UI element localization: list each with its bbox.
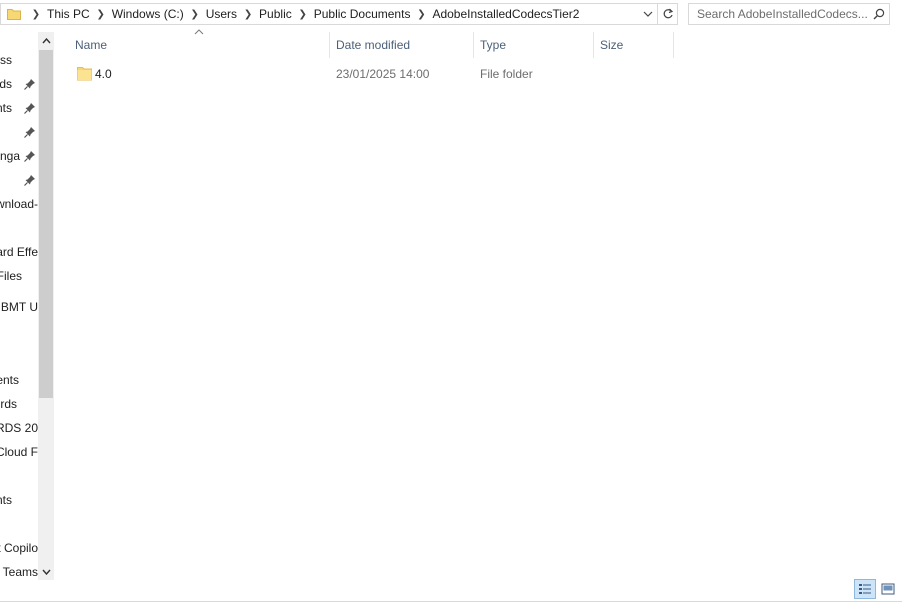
breadcrumb-windows-c[interactable]: Windows (C:) [110,7,186,21]
nav-item[interactable] [0,122,38,142]
column-header-type-label: Type [480,38,507,52]
chevron-right-icon[interactable]: ❯ [294,9,312,20]
breadcrumb-public[interactable]: Public [257,7,294,21]
nav-item[interactable]: t Teams [0,562,38,580]
navigation-pane: ss ds nts nga wnload- ard Effe Files BMT… [0,32,38,580]
nav-item[interactable] [0,170,38,190]
column-header-name-label: Name [75,38,108,52]
nav-item-label: nts [0,493,12,507]
nav-item-label: t Copilo [0,541,38,555]
nav-item[interactable]: nts [0,490,38,510]
nav-item[interactable]: BMT U [0,297,38,317]
chevron-down-icon [643,11,653,17]
details-view-icon [859,584,871,594]
column-header-size[interactable]: Size [594,32,674,58]
nav-pane-scrollbar[interactable] [38,32,54,580]
nav-item-label: Cloud F [0,445,38,459]
nav-item[interactable]: ds [0,74,38,94]
pin-icon[interactable] [24,102,36,114]
chevron-right-icon[interactable]: ❯ [412,9,430,20]
details-view-button[interactable] [854,579,876,599]
nav-item[interactable]: nga [0,146,38,166]
refresh-button[interactable] [657,4,677,24]
nav-item-label: Files [0,269,22,283]
scrollbar-thumb[interactable] [39,50,53,398]
column-header-name[interactable]: Name [69,32,330,58]
nav-item[interactable]: ARDS 20 [0,418,38,438]
nav-item-label: t Teams [0,565,38,579]
nav-item-label: BMT U [0,300,38,314]
nav-item-label: rds [0,397,17,411]
breadcrumb: ❯ This PC ❯ Windows (C:) ❯ Users ❯ Publi… [27,4,639,24]
nav-item-label: ard Effe [0,245,38,259]
file-date-modified: 23/01/2025 14:00 [336,67,430,81]
folder-icon [77,67,92,81]
chevron-up-icon [41,37,51,43]
large-icons-view-button[interactable] [878,579,898,599]
pin-icon[interactable] [24,174,36,186]
pin-icon[interactable] [24,78,36,90]
nav-item-label: ARDS 20 [0,421,38,435]
nav-item[interactable]: wnload- [0,194,38,214]
nav-item-label: nga [0,149,20,163]
scroll-up-button[interactable] [38,32,54,49]
nav-item-label: ents [0,373,19,387]
chevron-right-icon[interactable]: ❯ [27,9,45,20]
column-header-date-label: Date modified [336,38,411,52]
breadcrumb-current-folder[interactable]: AdobeInstalledCodecsTier2 [430,7,581,21]
scroll-down-button[interactable] [38,563,54,580]
chevron-right-icon[interactable]: ❯ [92,9,110,20]
nav-item[interactable]: ss [0,50,38,70]
nav-item[interactable]: rds [0,394,38,414]
refresh-icon [663,8,673,19]
breadcrumb-this-pc[interactable]: This PC [45,7,92,21]
breadcrumb-public-documents[interactable]: Public Documents [312,7,413,21]
nav-item-label: ss [0,53,12,67]
nav-item[interactable]: ard Effe [0,242,38,262]
file-type: File folder [480,67,533,81]
column-header-size-label: Size [600,38,624,52]
nav-item-label: wnload- [0,197,38,211]
large-icons-view-icon [881,583,895,595]
file-name: 4.0 [95,67,112,81]
search-input[interactable]: Search AdobeInstalledCodecs... [688,3,890,25]
nav-item-label: nts [0,101,12,115]
window-bottom-border [0,601,902,602]
folder-icon [1,4,27,24]
pin-icon[interactable] [24,126,36,138]
nav-item-label: ds [0,77,12,91]
chevron-down-icon [41,569,51,575]
file-row[interactable]: 4.0 23/01/2025 14:00 File folder [72,63,674,85]
column-header-date-modified[interactable]: Date modified [330,32,474,58]
address-dropdown-button[interactable] [639,4,657,24]
column-header-type[interactable]: Type [474,32,594,58]
nav-item[interactable]: ents [0,370,38,390]
breadcrumb-users[interactable]: Users [204,7,239,21]
search-placeholder: Search AdobeInstalledCodecs... [697,7,868,21]
nav-item[interactable]: t Copilo [0,538,38,558]
pin-icon[interactable] [24,150,36,162]
nav-item[interactable]: Cloud F [0,442,38,462]
chevron-right-icon[interactable]: ❯ [239,9,257,20]
search-icon[interactable] [869,4,889,24]
chevron-right-icon[interactable]: ❯ [186,9,204,20]
nav-item[interactable]: nts [0,98,38,118]
address-bar[interactable]: ❯ This PC ❯ Windows (C:) ❯ Users ❯ Publi… [0,3,678,25]
nav-item[interactable]: Files [0,266,38,286]
